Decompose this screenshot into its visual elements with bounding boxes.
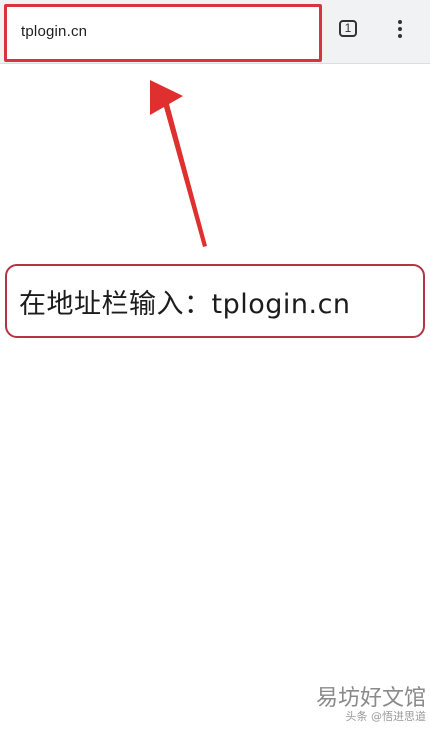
page-content — [0, 64, 430, 730]
instruction-callout: 在地址栏输入：tplogin.cn — [5, 264, 425, 338]
address-bar[interactable]: tplogin.cn — [4, 4, 322, 62]
tab-count: 1 — [344, 21, 352, 35]
browser-toolbar: tplogin.cn 1 — [0, 0, 430, 64]
watermark: 易坊好文馆 头条 @悟进思道 — [316, 680, 427, 726]
more-menu-button[interactable] — [392, 19, 408, 39]
watermark-subtitle: 头条 @悟进思道 — [345, 710, 427, 723]
address-bar-text[interactable]: tplogin.cn — [21, 23, 87, 40]
more-vertical-icon — [398, 20, 402, 38]
instruction-text: 在地址栏输入：tplogin.cn — [19, 289, 351, 320]
tab-switcher-button[interactable]: 1 — [338, 18, 358, 38]
